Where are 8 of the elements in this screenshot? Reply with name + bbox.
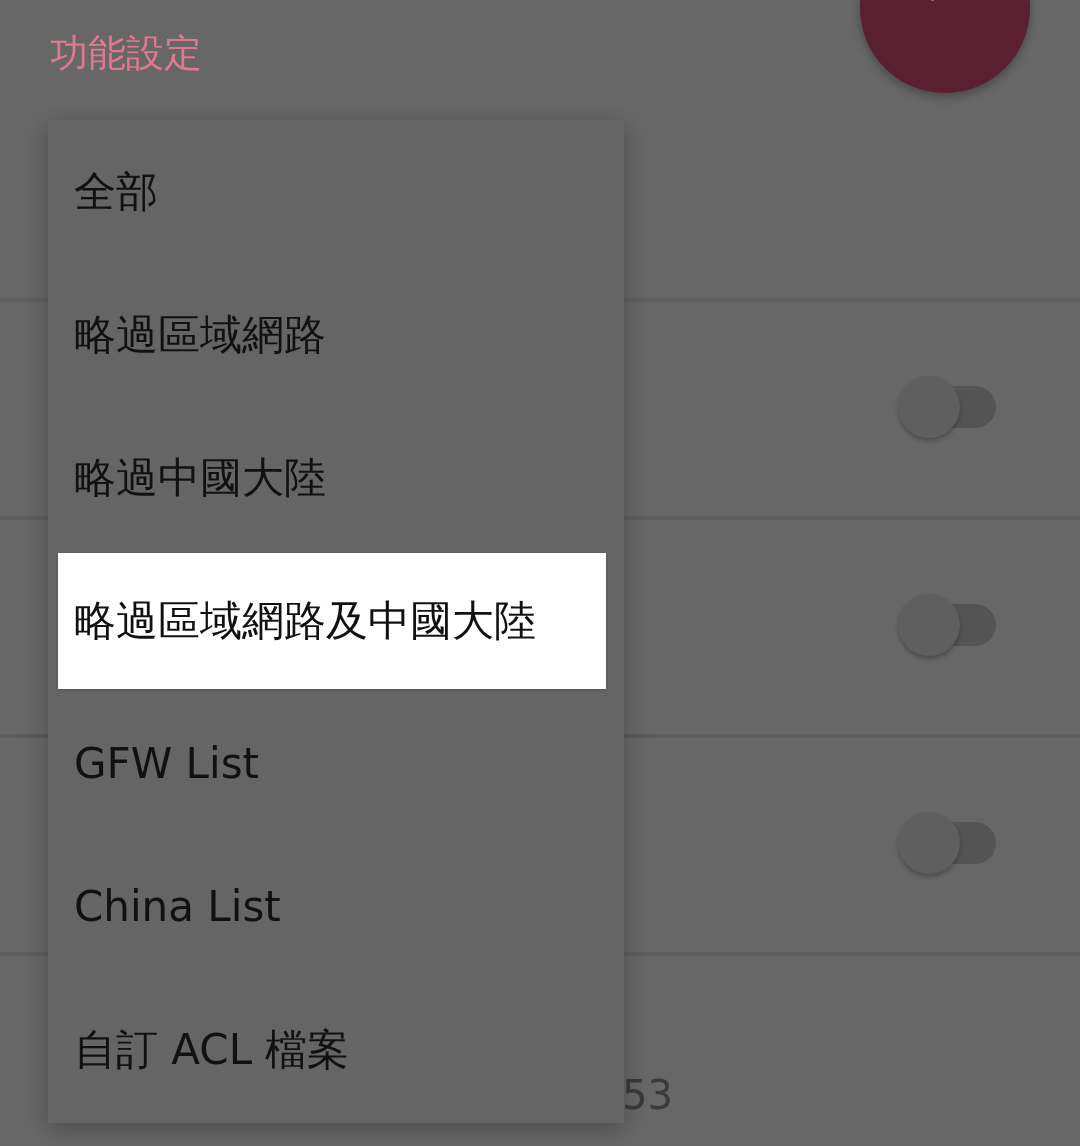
menu-item[interactable]: GFW List bbox=[48, 692, 624, 835]
menu-item[interactable]: 略過區域網路及中國大陸 bbox=[58, 552, 606, 689]
menu-item[interactable]: 全部 bbox=[48, 120, 624, 263]
menu-item[interactable]: 略過中國大陸 bbox=[48, 406, 624, 549]
section-title: 功能設定 bbox=[50, 30, 202, 77]
menu-item[interactable]: China List bbox=[48, 835, 624, 978]
menu-item[interactable]: 略過區域網路 bbox=[48, 263, 624, 406]
menu-item[interactable]: 自訂 ACL 檔案 bbox=[48, 978, 624, 1121]
